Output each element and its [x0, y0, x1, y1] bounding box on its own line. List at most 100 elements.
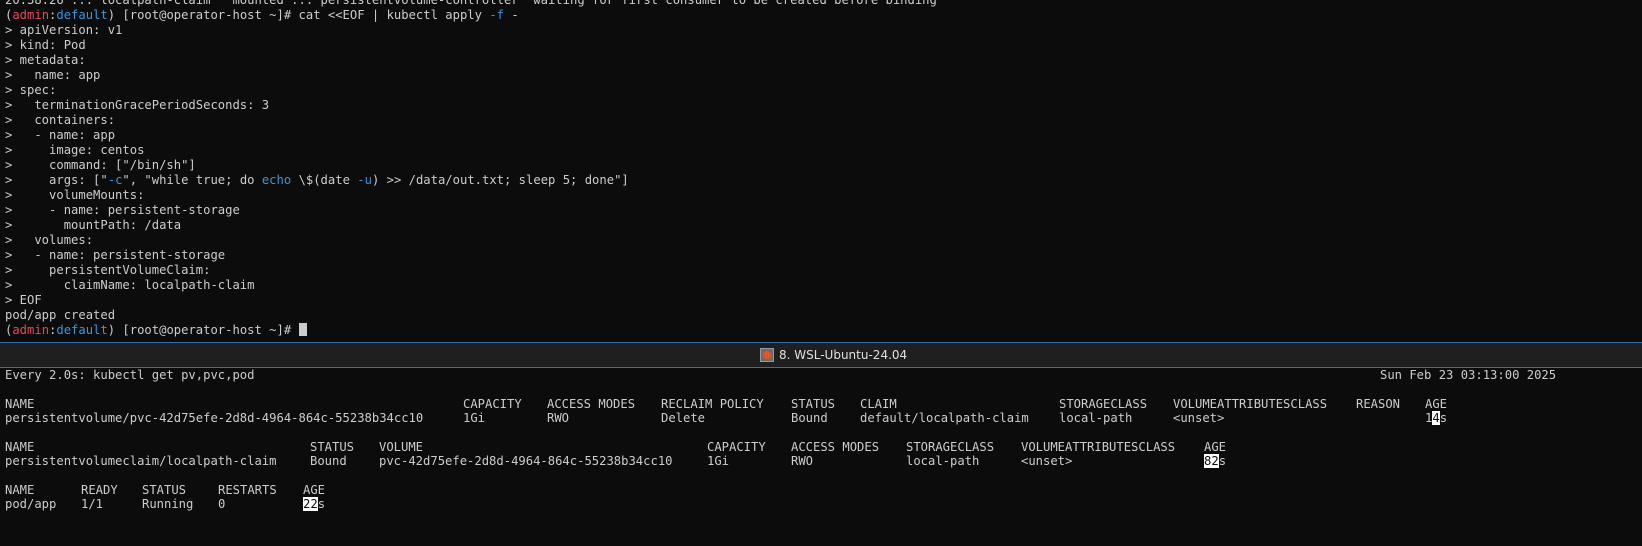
pvc-header-access-modes: ACCESS MODES — [791, 440, 880, 454]
yaml-line: > volumeMounts: — [5, 188, 145, 202]
pv-name: persistentvolume/pvc-42d75efe-2d8d-4964-… — [5, 411, 424, 425]
pv-header-status: STATUS — [791, 397, 836, 411]
pod-age-unit: s — [317, 497, 326, 511]
pod-ready: 1/1 — [81, 497, 104, 511]
pv-header-storageclass: STORAGECLASS — [1059, 397, 1148, 411]
watch-header: Every 2.0s: kubectl get pv,pvc,pod — [5, 368, 255, 382]
pv-age: 14s — [1425, 411, 1447, 426]
yaml-line: > spec: — [5, 83, 57, 97]
yaml-line: > persistentVolumeClaim: — [5, 263, 211, 277]
args-echo-keyword: echo — [261, 173, 292, 187]
pvc-storageclass: local-path — [906, 454, 980, 468]
pv-claim: default/localpath-claim — [860, 411, 1029, 425]
pvc-age: 82s — [1204, 454, 1226, 469]
prompt-user: admin — [12, 323, 50, 337]
yaml-line: > EOF — [5, 293, 42, 307]
command-result: pod/app created — [5, 308, 116, 322]
pv-status: Bound — [791, 411, 828, 425]
args-text: ) >> /data/out.txt; sleep 5; done"] — [371, 173, 629, 187]
yaml-line: > name: app — [5, 68, 101, 82]
yaml-line: > metadata: — [5, 53, 86, 67]
yaml-line: > - name: persistent-storage — [5, 203, 240, 217]
tab-label: 8. WSL-Ubuntu-24.04 — [779, 348, 908, 362]
bottom-terminal-pane[interactable]: Every 2.0s: kubectl get pv,pvc,pod Sun F… — [0, 368, 1642, 546]
active-prompt-line[interactable]: (admin:default) [root@operator-host ~]# — [5, 323, 937, 338]
pvc-header-age: AGE — [1204, 440, 1227, 454]
yaml-line: > claimName: localpath-claim — [5, 278, 255, 292]
pod-header-name: NAME — [5, 483, 35, 497]
pvc-header-name: NAME — [5, 440, 35, 454]
pvc-header-capacity: CAPACITY — [707, 440, 766, 454]
pv-header-reason: REASON — [1356, 397, 1401, 411]
pvc-age-changed-digits: 82 — [1204, 454, 1219, 468]
pv-header-capacity: CAPACITY — [463, 397, 522, 411]
yaml-line: > image: centos — [5, 143, 145, 157]
pv-age-unit: s — [1439, 411, 1448, 425]
ubuntu-icon — [760, 348, 774, 362]
yaml-line: > containers: — [5, 113, 116, 127]
command-flag: -f — [489, 8, 504, 22]
text-cursor[interactable] — [298, 323, 307, 336]
pod-restarts: 0 — [218, 497, 226, 511]
pod-header-status: STATUS — [142, 483, 187, 497]
yaml-line: > - name: persistent-storage — [5, 248, 226, 262]
pvc-age-unit: s — [1218, 454, 1227, 468]
pv-storageclass: local-path — [1059, 411, 1133, 425]
tab-bar: 8. WSL-Ubuntu-24.04 — [0, 343, 1642, 368]
prompt-context: default — [56, 323, 108, 337]
pod-header-ready: READY — [81, 483, 118, 497]
pv-header-reclaim-policy: RECLAIM POLICY — [661, 397, 764, 411]
yaml-args-line: > args: ["-c", "while true; do echo \$(d… — [5, 173, 937, 188]
pvc-access-modes: RWO — [791, 454, 814, 468]
pv-capacity: 1Gi — [463, 411, 486, 425]
previous-output-line: 20:38:26 ... localpath-claim mounted ...… — [5, 0, 937, 7]
command-text: cat <<EOF | kubectl apply — [298, 8, 490, 22]
pv-header-access-modes: ACCESS MODES — [547, 397, 636, 411]
yaml-line: > kind: Pod — [5, 38, 86, 52]
pvc-name: persistentvolumeclaim/localpath-claim — [5, 454, 277, 468]
top-terminal-output: 20:38:26 ... localpath-claim mounted ...… — [5, 0, 937, 338]
yaml-line: > apiVersion: v1 — [5, 23, 123, 37]
pvc-volume: pvc-42d75efe-2d8d-4964-864c-55238b34cc10 — [379, 454, 673, 468]
pod-age-changed-digits: 22 — [303, 497, 318, 511]
pvc-header-storageclass: STORAGECLASS — [906, 440, 995, 454]
watch-datetime: Sun Feb 23 03:13:00 2025 — [1380, 368, 1557, 382]
args-text: \$(date — [291, 173, 358, 187]
tab-wsl-ubuntu[interactable]: 8. WSL-Ubuntu-24.04 — [760, 346, 907, 364]
top-terminal-pane[interactable]: 20:38:26 ... localpath-claim mounted ...… — [0, 0, 1642, 342]
pod-age: 22s — [303, 497, 325, 512]
yaml-line: > terminationGracePeriodSeconds: 3 — [5, 98, 270, 112]
yaml-line: > command: ["/bin/sh"] — [5, 158, 196, 172]
prompt-context: default — [56, 8, 108, 22]
yaml-line: > mountPath: /data — [5, 218, 182, 232]
pvc-header-volumeattributesclass: VOLUMEATTRIBUTESCLASS — [1021, 440, 1176, 454]
pvc-status: Bound — [310, 454, 347, 468]
args-flag-c: -c — [107, 173, 123, 187]
pv-header-age: AGE — [1425, 397, 1448, 411]
pod-header-age: AGE — [303, 483, 326, 497]
pv-header-claim: CLAIM — [860, 397, 897, 411]
prompt-rest: ) [root@operator-host ~]# — [107, 8, 299, 22]
pvc-capacity: 1Gi — [707, 454, 730, 468]
pvc-volumeattributesclass: <unset> — [1021, 454, 1073, 468]
prompt-rest: ) [root@operator-host ~]# — [107, 323, 299, 337]
pod-status: Running — [142, 497, 194, 511]
pvc-header-status: STATUS — [310, 440, 355, 454]
pv-volumeattributesclass: <unset> — [1173, 411, 1225, 425]
pv-access-modes: RWO — [547, 411, 570, 425]
command-line: (admin:default) [root@operator-host ~]# … — [5, 8, 937, 23]
args-flag-u: -u — [357, 173, 372, 187]
pv-reclaim-policy: Delete — [661, 411, 706, 425]
prompt-user: admin — [12, 8, 50, 22]
pv-header-volumeattributesclass: VOLUMEATTRIBUTESCLASS — [1173, 397, 1328, 411]
pod-name: pod/app — [5, 497, 57, 511]
pod-header-restarts: RESTARTS — [218, 483, 277, 497]
command-text-end: - — [504, 8, 519, 22]
args-text: > args: [" — [5, 173, 108, 187]
pv-header-name: NAME — [5, 397, 35, 411]
args-text: ", "while true; do — [122, 173, 262, 187]
pvc-header-volume: VOLUME — [379, 440, 424, 454]
yaml-line: > volumes: — [5, 233, 94, 247]
pv-age-changed-digit: 4 — [1432, 411, 1440, 425]
yaml-line: > - name: app — [5, 128, 116, 142]
